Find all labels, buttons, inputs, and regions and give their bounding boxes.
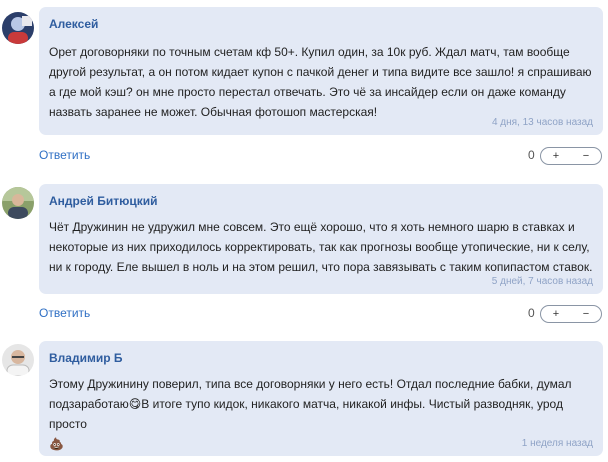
comment-text: Этому Дружинину поверил, типа все догово…	[49, 374, 593, 454]
author-name[interactable]: Андрей Битюцкий	[49, 193, 593, 209]
comment-date[interactable]: 5 дней, 7 часов назад	[492, 276, 593, 287]
comment-date[interactable]: 1 неделя назад	[522, 438, 593, 449]
vote-score: 0	[528, 148, 535, 162]
emoji-poop-icon: 💩	[49, 437, 64, 451]
avatar[interactable]	[2, 344, 34, 376]
comment-text: Чёт Дружинин не удружил мне совсем. Это …	[49, 220, 593, 274]
comment-date[interactable]: 4 дня, 13 часов назад	[492, 117, 593, 128]
comment-actions: Ответить 0 + −	[39, 305, 603, 325]
avatar[interactable]	[2, 187, 34, 219]
author-name[interactable]: Алексей	[49, 16, 593, 32]
comment-bubble: Владимир Б Этому Дружинину поверил, типа…	[39, 341, 603, 456]
reply-link[interactable]: Ответить	[39, 306, 90, 320]
comment-actions: Ответить 0 + −	[39, 147, 603, 167]
upvote-button[interactable]: +	[541, 306, 571, 322]
reply-link[interactable]: Ответить	[39, 148, 90, 162]
comment-bubble: Андрей Битюцкий Чёт Дружинин не удружил …	[39, 184, 603, 294]
downvote-button[interactable]: −	[571, 306, 601, 322]
downvote-button[interactable]: −	[571, 148, 601, 164]
vote-control: + −	[540, 305, 602, 323]
upvote-button[interactable]: +	[541, 148, 571, 164]
emoji-yum-icon: 😋	[128, 397, 142, 411]
vote-control: + −	[540, 147, 602, 165]
vote-score: 0	[528, 306, 535, 320]
comment-bubble: Алексей Орет договорняки по точным счета…	[39, 7, 603, 135]
author-name[interactable]: Владимир Б	[49, 350, 593, 366]
comment-text: Орет договорняки по точным счетам кф 50+…	[49, 45, 592, 119]
avatar[interactable]	[2, 12, 34, 44]
